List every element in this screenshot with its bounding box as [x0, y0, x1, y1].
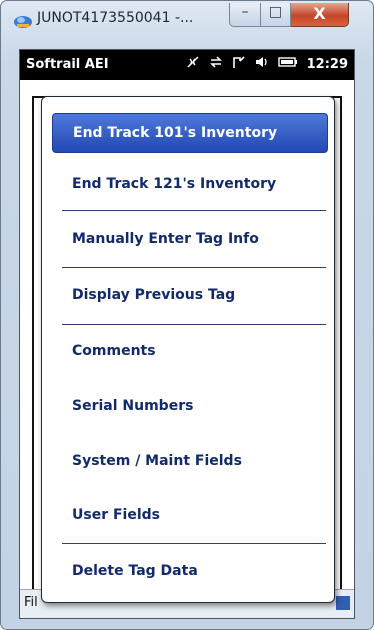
keyboard-icon[interactable]	[336, 596, 350, 610]
window-titlebar[interactable]: JUNOT4173550041 -... – □ X	[1, 1, 373, 41]
emulator-window: JUNOT4173550041 -... – □ X Softrail AEI	[0, 0, 374, 630]
status-bar: Softrail AEI 12:29	[20, 50, 354, 80]
menu-item-system-maint-fields[interactable]: System / Maint Fields	[52, 441, 328, 481]
app-icon	[14, 16, 32, 28]
menu-item-delete-tag-data[interactable]: Delete Tag Data	[52, 551, 328, 591]
volume-icon[interactable]	[255, 55, 269, 73]
close-button[interactable]: X	[291, 3, 349, 27]
menu-separator	[62, 210, 326, 211]
close-icon: X	[313, 4, 326, 23]
menu-item-end-track-121[interactable]: End Track 121's Inventory	[52, 164, 328, 204]
menu-item-user-fields[interactable]: User Fields	[52, 495, 328, 535]
context-menu: End Track 101's Inventory End Track 121'…	[41, 96, 335, 603]
connectivity-icon[interactable]	[186, 55, 200, 73]
menu-separator	[62, 543, 326, 544]
menu-item-comments[interactable]: Comments	[52, 331, 328, 371]
menu-item-manually-enter-tag[interactable]: Manually Enter Tag Info	[52, 219, 328, 259]
status-app-name: Softrail AEI	[26, 57, 109, 72]
bottom-menu-label[interactable]: Fil	[24, 595, 38, 610]
battery-icon[interactable]	[277, 56, 298, 72]
sync-icon[interactable]	[209, 55, 223, 73]
menu-item-serial-numbers[interactable]: Serial Numbers	[52, 386, 328, 426]
minimize-button[interactable]: –	[229, 3, 261, 27]
status-clock[interactable]: 12:29	[307, 57, 348, 72]
window-title: JUNOT4173550041 -...	[37, 10, 194, 26]
status-icons: 12:29	[186, 55, 348, 73]
maximize-icon: □	[268, 4, 283, 20]
menu-item-display-previous-tag[interactable]: Display Previous Tag	[52, 275, 328, 315]
menu-separator	[62, 324, 326, 325]
minimize-icon: –	[241, 4, 249, 20]
menu-item-end-track-101[interactable]: End Track 101's Inventory	[52, 113, 328, 153]
maximize-button[interactable]: □	[261, 3, 291, 27]
menu-separator	[62, 267, 326, 268]
phone-icon[interactable]	[232, 55, 246, 73]
